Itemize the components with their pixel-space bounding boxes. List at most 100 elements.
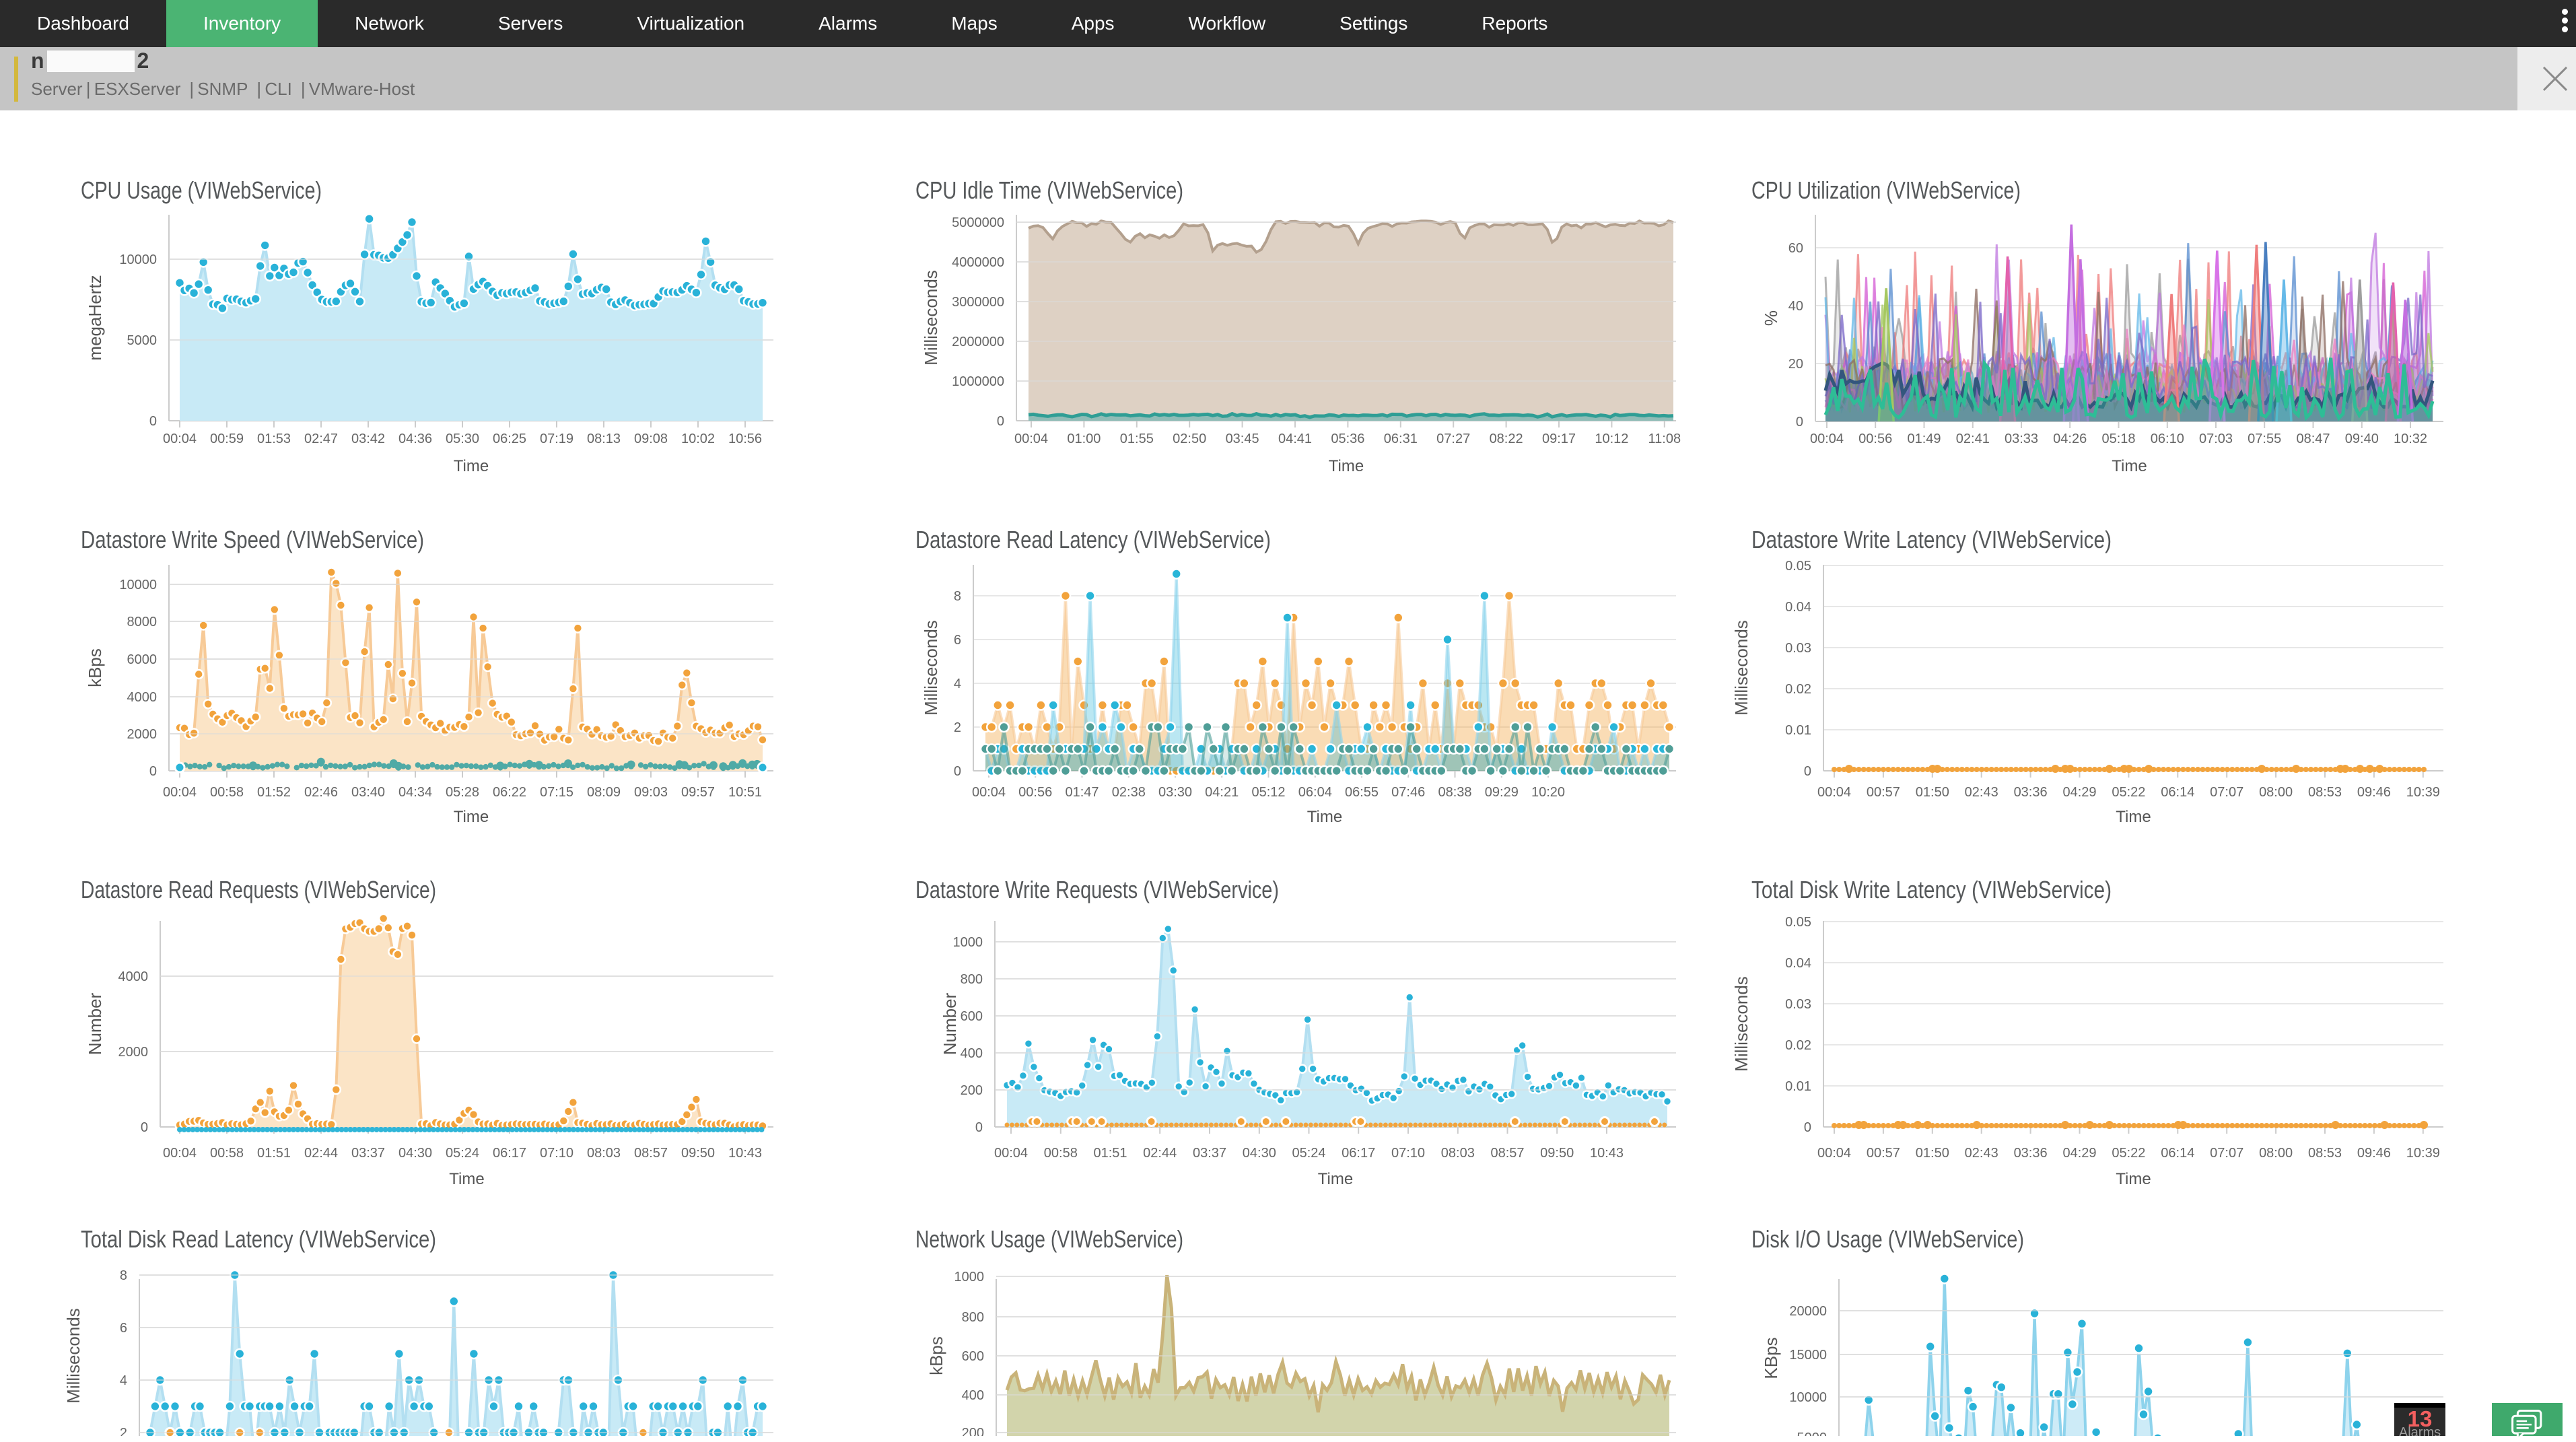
- svg-text:06:10: 06:10: [2151, 432, 2184, 446]
- svg-text:0.03: 0.03: [1785, 997, 1811, 1012]
- svg-text:04:21: 04:21: [1205, 785, 1239, 800]
- svg-text:08:53: 08:53: [2308, 785, 2342, 800]
- svg-text:02:41: 02:41: [1956, 432, 1990, 446]
- svg-text:0.03: 0.03: [1785, 641, 1811, 656]
- svg-text:04:30: 04:30: [1243, 1146, 1276, 1161]
- svg-text:05:22: 05:22: [2112, 1146, 2145, 1161]
- svg-text:2: 2: [120, 1426, 127, 1436]
- svg-text:200: 200: [961, 1083, 983, 1098]
- svg-text:09:50: 09:50: [681, 1146, 715, 1161]
- svg-text:10:39: 10:39: [2406, 1146, 2440, 1161]
- svg-text:0: 0: [975, 1120, 983, 1135]
- svg-text:02:38: 02:38: [1112, 785, 1146, 800]
- svg-text:02:43: 02:43: [1965, 1146, 1998, 1161]
- svg-text:Number: Number: [85, 992, 105, 1055]
- svg-text:04:34: 04:34: [398, 785, 432, 800]
- svg-text:400: 400: [961, 1046, 983, 1061]
- svg-text:4: 4: [120, 1373, 127, 1388]
- svg-text:01:50: 01:50: [1916, 1146, 1949, 1161]
- svg-text:03:42: 03:42: [351, 432, 385, 446]
- svg-text:00:04: 00:04: [1014, 432, 1048, 446]
- svg-text:01:51: 01:51: [1093, 1146, 1127, 1161]
- svg-text:40: 40: [1788, 299, 1803, 314]
- svg-text:09:46: 09:46: [2357, 785, 2391, 800]
- svg-text:06:17: 06:17: [1342, 1146, 1375, 1161]
- svg-text:00:04: 00:04: [1810, 432, 1844, 446]
- svg-text:400: 400: [962, 1388, 984, 1403]
- svg-text:0: 0: [149, 414, 157, 429]
- svg-text:04:30: 04:30: [398, 1146, 432, 1161]
- svg-text:2000: 2000: [127, 727, 158, 742]
- svg-text:06:25: 06:25: [493, 432, 526, 446]
- svg-text:Datastore Write Requests (VIWe: Datastore Write Requests (VIWebService): [915, 876, 1279, 903]
- svg-text:04:36: 04:36: [398, 432, 432, 446]
- svg-text:07:07: 07:07: [2210, 785, 2243, 800]
- svg-text:03:33: 03:33: [2005, 432, 2038, 446]
- svg-text:00:58: 00:58: [210, 785, 244, 800]
- svg-text:Total Disk Read Latency (VIWeb: Total Disk Read Latency (VIWebService): [81, 1225, 436, 1253]
- svg-text:Number: Number: [940, 992, 960, 1055]
- svg-text:00:56: 00:56: [1018, 785, 1052, 800]
- svg-text:0: 0: [997, 414, 1004, 429]
- svg-text:06:31: 06:31: [1384, 432, 1418, 446]
- svg-text:0.02: 0.02: [1785, 1038, 1811, 1053]
- svg-text:800: 800: [961, 972, 983, 987]
- svg-text:05:30: 05:30: [446, 432, 479, 446]
- svg-text:08:00: 08:00: [2259, 1146, 2293, 1161]
- svg-text:01:53: 01:53: [257, 432, 291, 446]
- svg-text:03:40: 03:40: [351, 785, 385, 800]
- svg-text:4000000: 4000000: [952, 255, 1004, 270]
- svg-text:1000: 1000: [954, 1270, 985, 1284]
- svg-text:09:29: 09:29: [1485, 785, 1519, 800]
- svg-text:Disk I/O Usage (VIWebService): Disk I/O Usage (VIWebService): [1751, 1225, 2024, 1253]
- svg-text:Milliseconds: Milliseconds: [1731, 620, 1751, 716]
- svg-text:04:29: 04:29: [2062, 1146, 2096, 1161]
- svg-text:Total Disk Write Latency (VIWe: Total Disk Write Latency (VIWebService): [1751, 876, 2112, 903]
- svg-text:2000000: 2000000: [952, 335, 1004, 349]
- svg-text:Datastore Write Latency (VIWeb: Datastore Write Latency (VIWebService): [1751, 526, 2112, 553]
- svg-text:01:47: 01:47: [1065, 785, 1099, 800]
- svg-text:00:56: 00:56: [1858, 432, 1892, 446]
- svg-text:05:22: 05:22: [2112, 785, 2145, 800]
- svg-text:03:30: 03:30: [1158, 785, 1192, 800]
- svg-text:Datastore Write Speed (VIWebSe: Datastore Write Speed (VIWebService): [81, 526, 424, 553]
- svg-text:09:03: 09:03: [634, 785, 668, 800]
- svg-text:08:00: 08:00: [2259, 785, 2293, 800]
- svg-text:00:04: 00:04: [1817, 785, 1851, 800]
- svg-text:08:53: 08:53: [2308, 1146, 2342, 1161]
- svg-text:KBps: KBps: [1761, 1337, 1781, 1379]
- svg-text:07:07: 07:07: [2210, 1146, 2243, 1161]
- svg-text:Time: Time: [454, 808, 489, 826]
- svg-text:10:43: 10:43: [1590, 1146, 1624, 1161]
- svg-text:07:46: 07:46: [1391, 785, 1425, 800]
- svg-text:Time: Time: [449, 1170, 484, 1188]
- svg-text:11:08: 11:08: [1648, 432, 1681, 446]
- svg-text:0.05: 0.05: [1785, 915, 1811, 930]
- svg-text:08:09: 08:09: [587, 785, 621, 800]
- svg-text:00:59: 00:59: [210, 432, 244, 446]
- svg-text:8000: 8000: [127, 615, 158, 629]
- svg-text:0: 0: [1804, 1120, 1811, 1135]
- svg-text:Milliseconds: Milliseconds: [921, 620, 941, 716]
- svg-text:08:57: 08:57: [634, 1146, 668, 1161]
- svg-text:02:46: 02:46: [304, 785, 338, 800]
- svg-text:Time: Time: [2116, 1170, 2151, 1188]
- svg-text:01:00: 01:00: [1067, 432, 1101, 446]
- svg-text:Datastore Read Requests (VIWeb: Datastore Read Requests (VIWebService): [81, 876, 436, 903]
- svg-text:0.04: 0.04: [1785, 956, 1811, 971]
- svg-text:03:36: 03:36: [2014, 1146, 2048, 1161]
- svg-text:05:24: 05:24: [1292, 1146, 1325, 1161]
- svg-text:CPU Usage (VIWebService): CPU Usage (VIWebService): [81, 176, 322, 204]
- svg-text:03:36: 03:36: [2014, 785, 2048, 800]
- svg-text:00:58: 00:58: [210, 1146, 244, 1161]
- svg-text:07:19: 07:19: [540, 432, 573, 446]
- svg-text:09:57: 09:57: [681, 785, 715, 800]
- svg-text:10:39: 10:39: [2406, 785, 2440, 800]
- svg-text:6000: 6000: [127, 652, 158, 667]
- svg-text:00:57: 00:57: [1867, 1146, 1900, 1161]
- svg-text:06:14: 06:14: [2161, 1146, 2194, 1161]
- svg-text:08:13: 08:13: [587, 432, 621, 446]
- svg-text:01:51: 01:51: [257, 1146, 291, 1161]
- svg-text:02:44: 02:44: [304, 1146, 338, 1161]
- svg-text:04:29: 04:29: [2062, 785, 2096, 800]
